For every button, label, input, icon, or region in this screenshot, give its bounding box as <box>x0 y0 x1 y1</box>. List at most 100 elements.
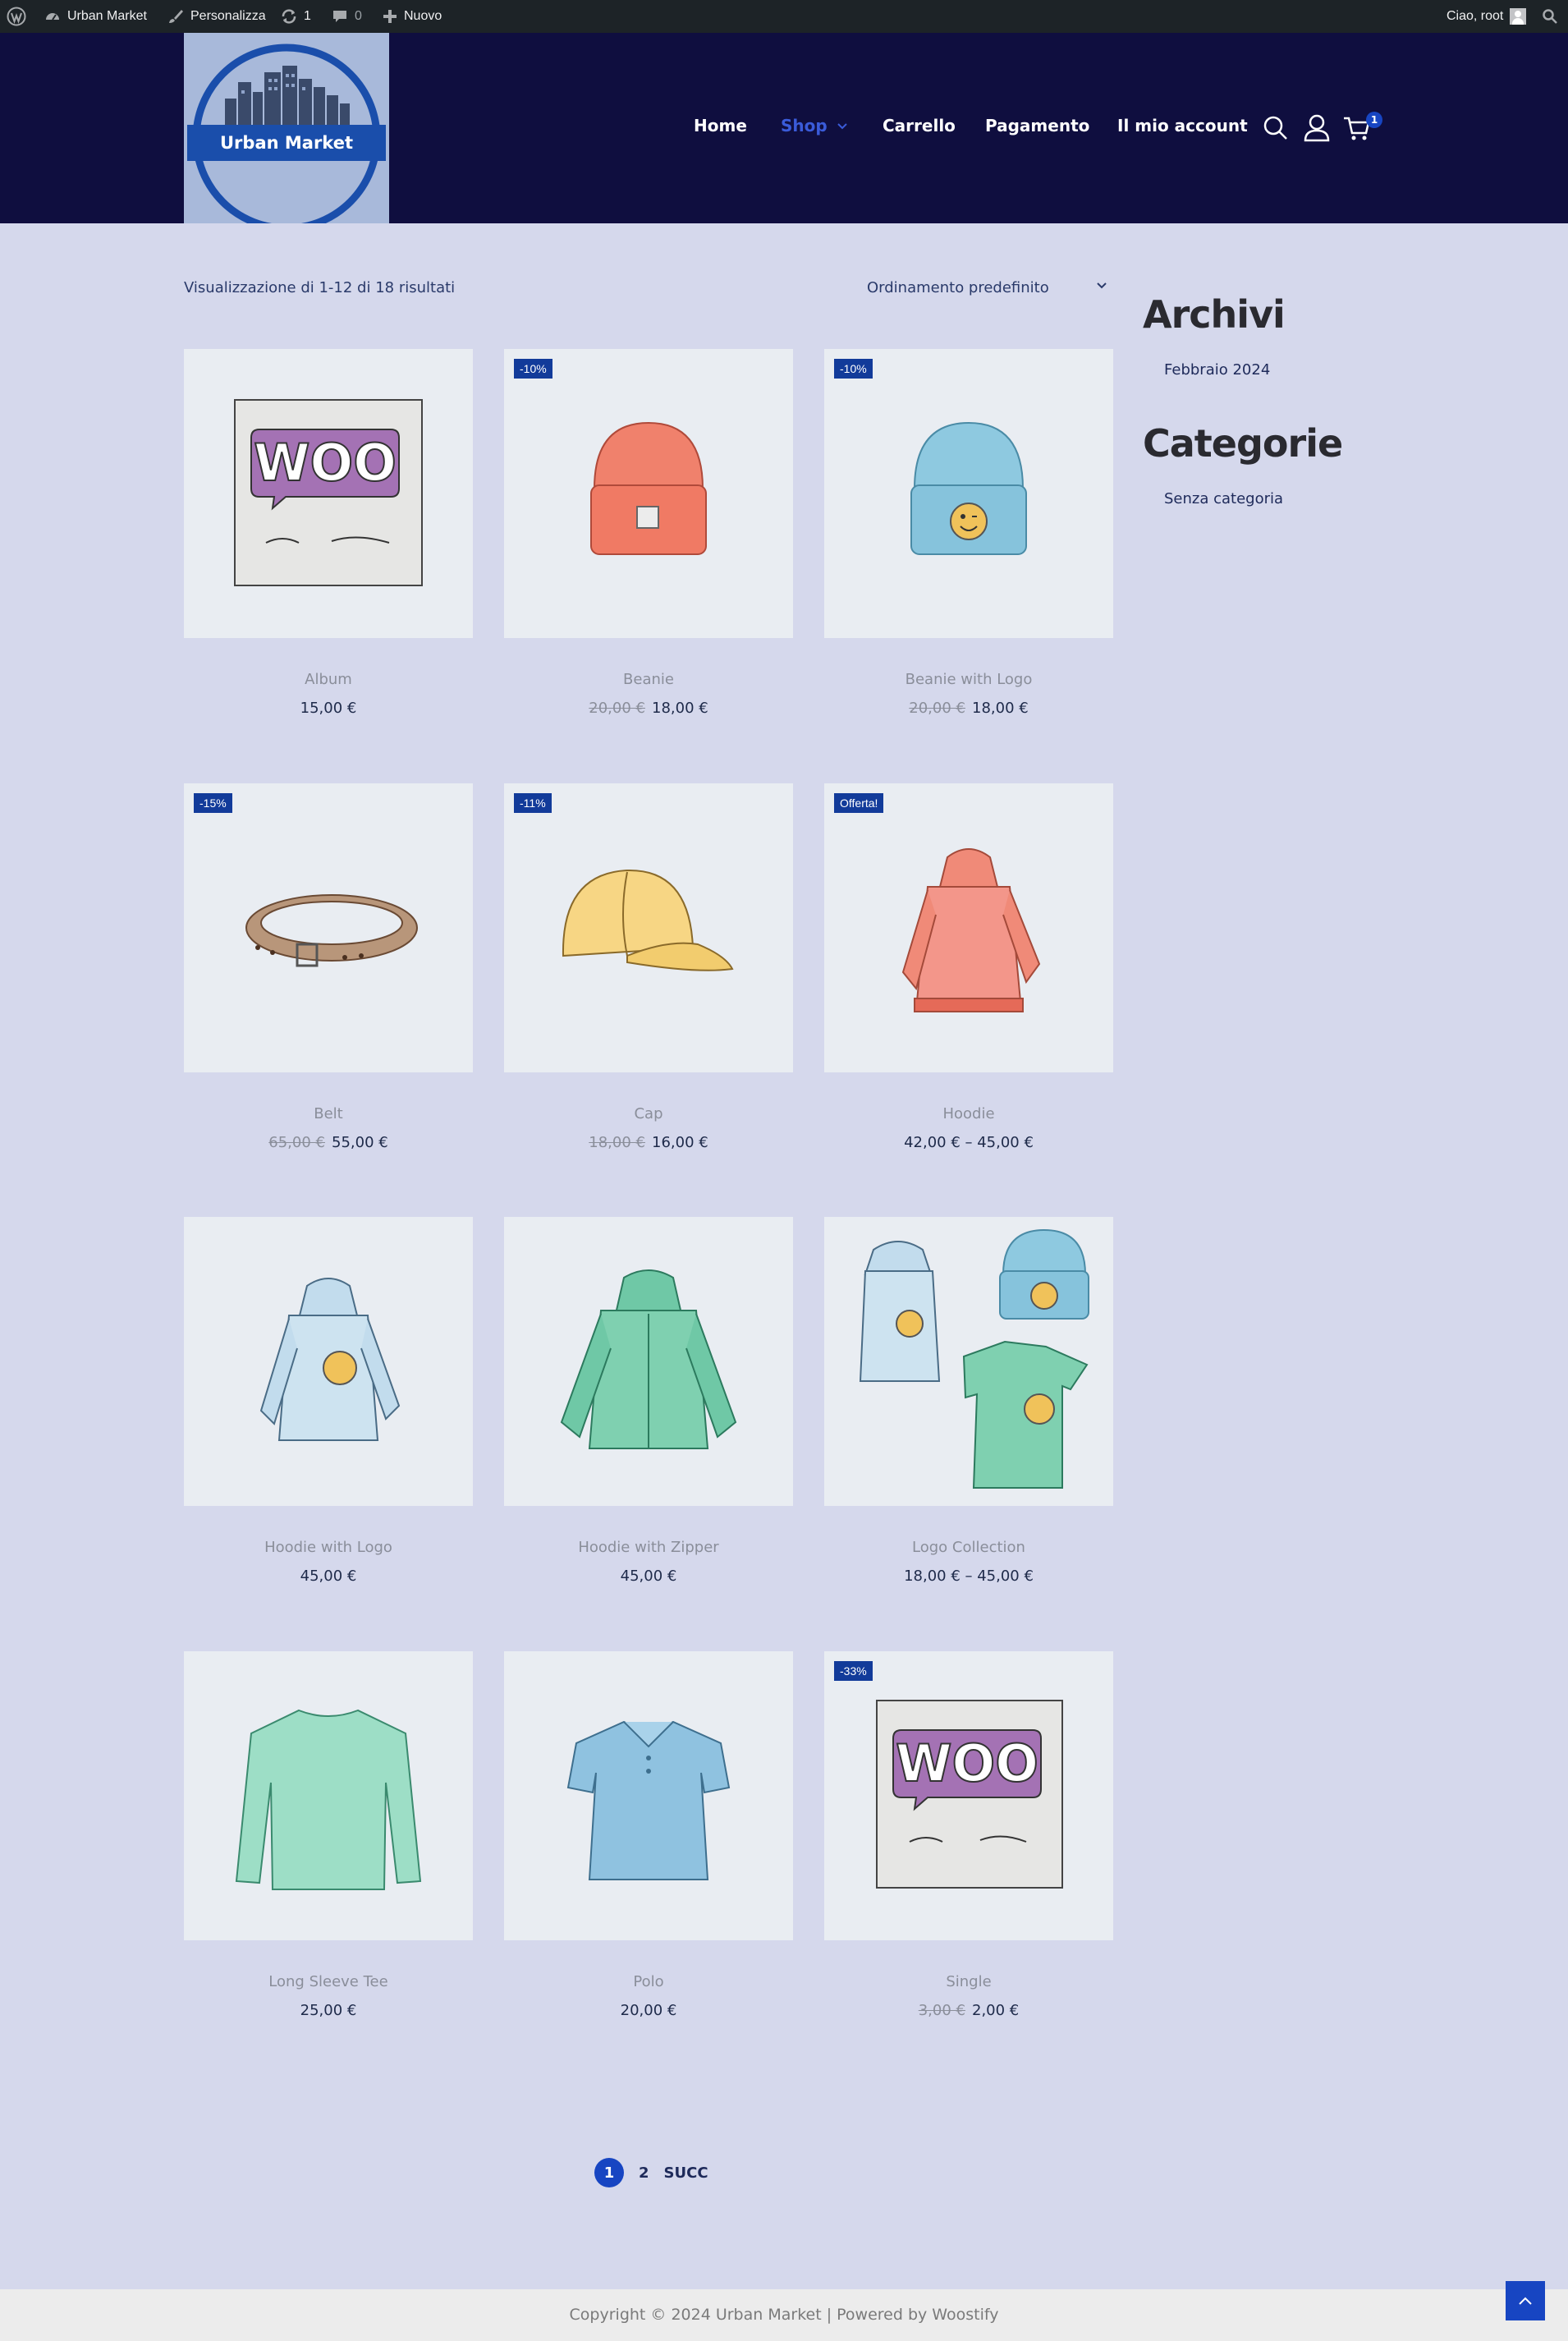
product-image[interactable]: WOO <box>184 349 473 638</box>
wordpress-logo-icon[interactable] <box>7 0 26 33</box>
nav-shop[interactable]: Shop <box>781 116 848 135</box>
nav-cart[interactable]: Carrello <box>883 116 956 135</box>
category-link[interactable]: Senza categoria <box>1164 490 1389 507</box>
product-name[interactable]: Long Sleeve Tee <box>184 1973 473 1990</box>
belt-image <box>245 894 418 967</box>
product-name[interactable]: Beanie with Logo <box>824 671 1113 688</box>
cap-image <box>562 869 734 971</box>
product-image[interactable] <box>184 1651 473 1940</box>
admin-site-name: Urban Market <box>67 9 147 23</box>
product-image[interactable]: -11% <box>504 783 793 1072</box>
product-price-current: 42,00 € – 45,00 € <box>904 1134 1034 1151</box>
admin-account-link[interactable]: Ciao, root <box>1447 0 1527 33</box>
product-price: 45,00 € <box>504 1568 793 1585</box>
logo-collection-image <box>859 1228 1089 1489</box>
product-card[interactable]: Polo 20,00 € <box>504 1651 793 2019</box>
product-price-old: 65,00 € <box>268 1134 325 1151</box>
product-card[interactable]: WOO -33% Single 3,00 € 2,00 € <box>824 1651 1113 2019</box>
product-image[interactable] <box>504 1651 793 1940</box>
product-card[interactable]: Long Sleeve Tee 25,00 € <box>184 1651 473 2019</box>
product-price: 3,00 € 2,00 € <box>824 2002 1113 2019</box>
product-name[interactable]: Logo Collection <box>824 1539 1113 1556</box>
product-name[interactable]: Belt <box>184 1105 473 1122</box>
plus-icon <box>383 10 397 23</box>
product-card[interactable]: -10% Beanie 20,00 € 18,00 € <box>504 349 793 717</box>
cart-count-badge: 1 <box>1366 112 1382 128</box>
product-image[interactable]: WOO -33% <box>824 1651 1113 1940</box>
product-card[interactable]: -10% Beanie with Logo 20,00 € 18,00 € <box>824 349 1113 717</box>
product-card[interactable]: Hoodie with Logo 45,00 € <box>184 1217 473 1585</box>
brush-icon <box>169 10 183 23</box>
single-image: WOO <box>876 1700 1063 1889</box>
product-card[interactable]: WOO Album 15,00 € <box>184 349 473 717</box>
scroll-to-top-button[interactable] <box>1506 2281 1545 2320</box>
product-price-current: 16,00 € <box>652 1134 708 1151</box>
admin-updates-link[interactable]: 1 <box>281 0 311 33</box>
product-name[interactable]: Hoodie <box>824 1105 1113 1122</box>
product-name[interactable]: Single <box>824 1973 1113 1990</box>
product-image[interactable]: Offerta! <box>824 783 1113 1072</box>
svg-text:WOO: WOO <box>254 433 397 493</box>
dashboard-icon <box>46 13 59 21</box>
site-logo[interactable]: Urban Market <box>184 33 389 223</box>
hoodie-zip-image <box>560 1269 737 1449</box>
user-icon[interactable] <box>1304 114 1330 142</box>
nav-shop-label: Shop <box>781 116 828 135</box>
product-card[interactable]: -11% Cap 18,00 € 16,00 € <box>504 783 793 1151</box>
sale-badge: -10% <box>514 359 552 379</box>
admin-comments-link[interactable]: 0 <box>332 0 362 33</box>
product-name[interactable]: Polo <box>504 1973 793 1990</box>
product-price: 45,00 € <box>184 1568 473 1585</box>
product-name[interactable]: Hoodie with Logo <box>184 1539 473 1556</box>
product-card[interactable]: Hoodie with Zipper 45,00 € <box>504 1217 793 1585</box>
album-image: WOO <box>234 399 423 586</box>
product-price: 25,00 € <box>184 2002 473 2019</box>
product-name[interactable]: Beanie <box>504 671 793 688</box>
nav-home[interactable]: Home <box>694 116 747 135</box>
sale-badge: Offerta! <box>834 793 884 813</box>
chevron-down-icon <box>837 123 847 130</box>
product-image[interactable] <box>184 1217 473 1506</box>
product-price: 15,00 € <box>184 700 473 717</box>
cart-button[interactable]: 1 <box>1343 112 1384 145</box>
nav-my-account[interactable]: Il mio account <box>1117 116 1248 135</box>
product-name[interactable]: Album <box>184 671 473 688</box>
chevron-down-icon <box>1097 282 1107 289</box>
admin-customize-label: Personalizza <box>190 9 266 23</box>
product-price-current: 18,00 € – 45,00 € <box>904 1568 1034 1585</box>
sort-select-value: Ordinamento predefinito <box>867 279 1049 296</box>
next-page-link[interactable]: SUCC <box>664 2164 708 2182</box>
admin-new-link[interactable]: Nuovo <box>383 0 442 33</box>
product-price: 18,00 € – 45,00 € <box>824 1568 1113 1585</box>
sale-badge: -33% <box>834 1661 873 1681</box>
product-price: 20,00 € <box>504 2002 793 2019</box>
admin-search-icon[interactable] <box>1542 0 1558 33</box>
sale-badge: -11% <box>514 793 552 813</box>
nav-checkout[interactable]: Pagamento <box>985 116 1089 135</box>
admin-customize-link[interactable]: Personalizza <box>167 0 266 33</box>
product-image[interactable]: -10% <box>504 349 793 638</box>
sort-select[interactable]: Ordinamento predefinito <box>867 279 1113 296</box>
logo-text: Urban Market <box>220 133 353 153</box>
product-price-old: 3,00 € <box>918 2002 965 2019</box>
page-2-link[interactable]: 2 <box>639 2164 649 2182</box>
admin-site-link[interactable]: Urban Market <box>44 0 147 33</box>
admin-avatar <box>1510 8 1527 25</box>
product-name[interactable]: Hoodie with Zipper <box>504 1539 793 1556</box>
product-price: 42,00 € – 45,00 € <box>824 1134 1113 1151</box>
product-price-old: 20,00 € <box>589 700 645 717</box>
archive-widget-title: Archivi <box>1143 292 1286 337</box>
product-card[interactable]: Offerta! Hoodie 42,00 € – 45,00 € <box>824 783 1113 1151</box>
product-card[interactable]: -15% Belt 65,00 € 55,00 € <box>184 783 473 1151</box>
product-image[interactable] <box>504 1217 793 1506</box>
product-price-current: 2,00 € <box>972 2002 1020 2019</box>
hoodie-blue-image <box>259 1278 401 1441</box>
product-card[interactable]: Logo Collection 18,00 € – 45,00 € <box>824 1217 1113 1585</box>
product-image[interactable]: -10% <box>824 349 1113 638</box>
archive-link[interactable]: Febbraio 2024 <box>1164 361 1389 379</box>
product-image[interactable]: -15% <box>184 783 473 1072</box>
hoodie-red-image <box>901 848 1041 1012</box>
search-icon[interactable] <box>1263 115 1289 141</box>
product-image[interactable] <box>824 1217 1113 1506</box>
product-name[interactable]: Cap <box>504 1105 793 1122</box>
